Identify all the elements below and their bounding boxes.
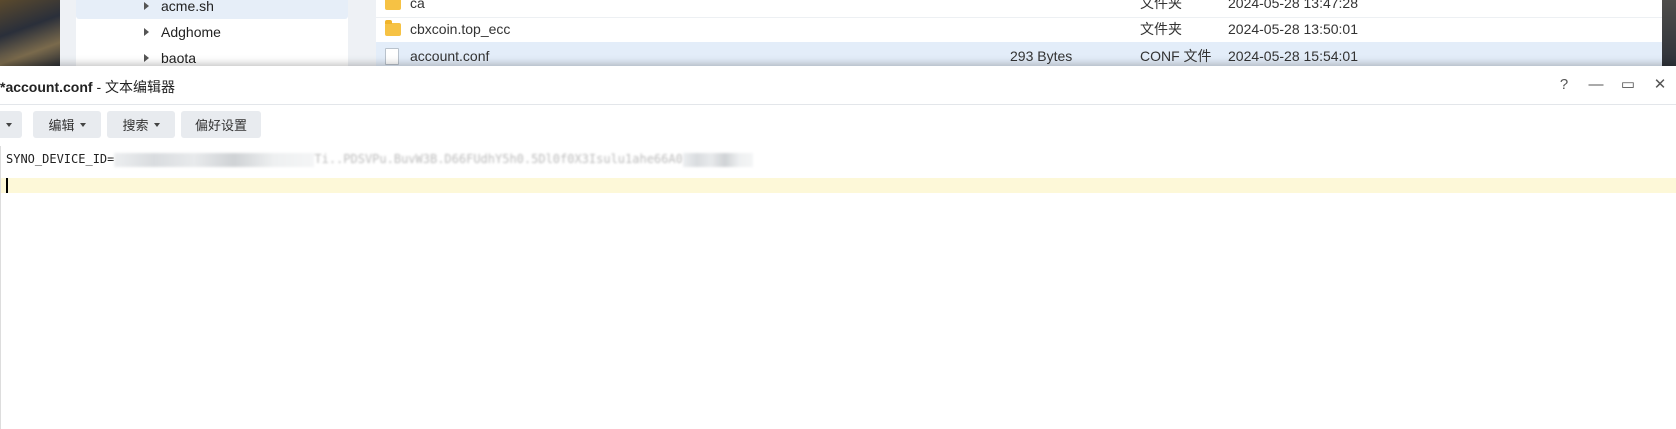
- file-icon: [385, 47, 399, 65]
- current-line-highlight: [1, 178, 1676, 193]
- text-cursor: [6, 178, 8, 193]
- close-button[interactable]: ✕: [1650, 75, 1670, 95]
- edit-menu-label: 编辑: [48, 118, 75, 133]
- desktop-wallpaper-edge: [1662, 0, 1676, 70]
- file-station-window: acme.sh Adghome baota ca 文件夹 2024-05-28 …: [60, 0, 1662, 72]
- file-name: ca: [410, 0, 425, 11]
- editor-titlebar[interactable]: *account.conf - 文本编辑器 ? — ▭ ✕: [0, 66, 1676, 105]
- chevron-down-icon: [153, 122, 160, 127]
- help-button[interactable]: ?: [1554, 75, 1574, 95]
- tree-item-label: Adghome: [161, 24, 221, 40]
- tree-item-label: acme.sh: [161, 0, 214, 14]
- expand-arrow-icon[interactable]: [144, 54, 149, 62]
- title-separator: -: [92, 79, 106, 95]
- expand-arrow-icon[interactable]: [144, 28, 149, 36]
- file-type: 文件夹: [1140, 21, 1182, 37]
- text-edit-area[interactable]: SYNO_DEVICE_ID= Ti..PDSVPu.BuvW3B.D66FUdh…: [0, 146, 1676, 429]
- maximize-button[interactable]: ▭: [1618, 75, 1638, 95]
- file-date: 2024-05-28 15:54:01: [1228, 48, 1358, 64]
- edit-menu-button[interactable]: 编辑: [33, 111, 101, 138]
- file-name: account.conf: [410, 48, 490, 64]
- file-list: ca 文件夹 2024-05-28 13:47:28 cbxcoin.top_e…: [376, 0, 1662, 72]
- tree-item-adghome[interactable]: Adghome: [76, 19, 348, 45]
- file-type: CONF 文件: [1140, 48, 1212, 64]
- preferences-label: 偏好设置: [194, 118, 247, 133]
- file-type: 文件夹: [1140, 0, 1182, 11]
- expand-arrow-icon[interactable]: [144, 2, 149, 10]
- search-menu-button[interactable]: 搜索: [107, 111, 175, 138]
- redacted-value: [682, 152, 753, 167]
- editor-toolbar: 编辑 搜索 偏好设置: [0, 104, 1676, 147]
- window-title: *account.conf - 文本编辑器: [0, 77, 175, 97]
- folder-tree: acme.sh Adghome baota: [76, 0, 348, 72]
- folder-icon: [385, 19, 401, 36]
- file-menu-button[interactable]: [0, 111, 22, 138]
- title-app-name: 文本编辑器: [105, 79, 176, 95]
- file-date: 2024-05-28 13:47:28: [1228, 0, 1358, 11]
- config-key: SYNO_DEVICE_ID=: [6, 152, 115, 166]
- chevron-down-icon: [79, 122, 86, 127]
- text-line: SYNO_DEVICE_ID= Ti..PDSVPu.BuvW3B.D66FUdh…: [6, 152, 753, 167]
- file-row[interactable]: cbxcoin.top_ecc 文件夹 2024-05-28 13:50:01: [376, 15, 1662, 44]
- text-editor-window: *account.conf - 文本编辑器 ? — ▭ ✕ 编辑 搜索 偏好设置…: [0, 66, 1676, 429]
- desktop-wallpaper: [0, 0, 60, 70]
- tree-item-label: baota: [161, 50, 197, 66]
- chevron-down-icon: [5, 122, 12, 127]
- title-filename: *account.conf: [0, 79, 93, 95]
- blurred-value-text: Ti..PDSVPu.BuvW3B.D66FUdhY5h0.5Dl0f0X3Is…: [314, 152, 683, 166]
- minimize-button[interactable]: —: [1586, 75, 1606, 95]
- file-name: cbxcoin.top_ecc: [410, 21, 511, 37]
- search-menu-label: 搜索: [122, 118, 149, 133]
- tree-item-acme-sh[interactable]: acme.sh: [76, 0, 348, 19]
- file-size: 293 Bytes: [1010, 48, 1073, 64]
- file-date: 2024-05-28 13:50:01: [1228, 21, 1358, 37]
- redacted-value: [114, 152, 315, 167]
- preferences-button[interactable]: 偏好设置: [181, 111, 261, 138]
- folder-icon: [385, 0, 401, 10]
